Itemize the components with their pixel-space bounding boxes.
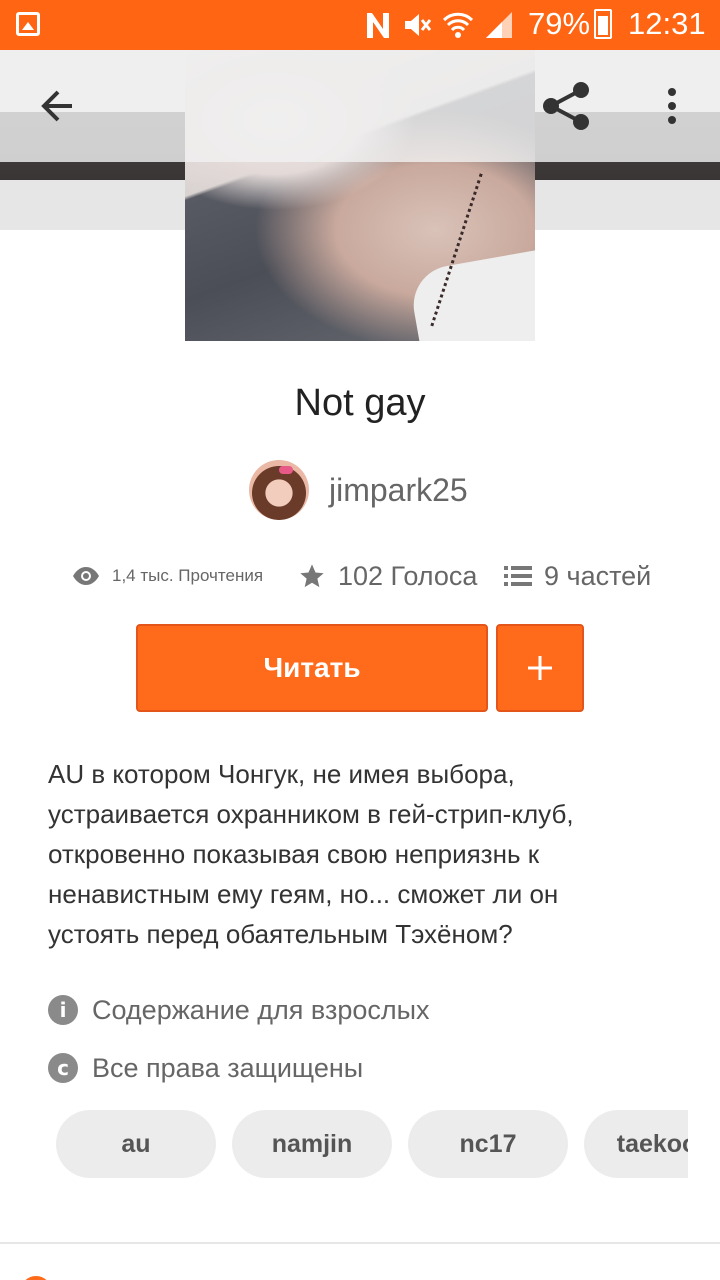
info-icon: i <box>48 995 78 1025</box>
list-icon <box>504 566 532 586</box>
story-stats: 1,4 тыс. Прочтения 102 Голоса 9 частей <box>72 556 672 596</box>
n-icon <box>367 13 389 38</box>
parts-count[interactable]: 9 частей <box>544 561 651 592</box>
story-title: Not gay <box>294 382 426 424</box>
tag-list: au namjin nc17 taekook <box>56 1110 688 1178</box>
author-name[interactable]: jimpark25 <box>329 472 468 509</box>
bottom-section-icon <box>20 1276 52 1280</box>
star-icon <box>300 564 324 588</box>
tag-chip[interactable]: taekook <box>584 1110 688 1178</box>
avatar[interactable] <box>249 460 309 520</box>
reads-count: 1,4 тыс. Прочтения <box>112 566 264 585</box>
image-icon <box>16 12 40 36</box>
tag-chip[interactable]: namjin <box>232 1110 392 1178</box>
add-to-library-button[interactable] <box>496 624 584 712</box>
battery-icon <box>594 9 612 39</box>
app-bar <box>0 50 720 162</box>
copyright-icon: c <box>48 1053 78 1083</box>
votes-count: 102 Голоса <box>338 560 478 591</box>
eye-icon <box>73 567 99 585</box>
description-line: AU в котором Чонгук, не имея выбора, <box>48 759 515 789</box>
reads-stat: 1,4 тыс. Прочтения <box>72 556 263 596</box>
back-arrow-icon[interactable] <box>36 84 80 128</box>
tag-chip[interactable]: nc17 <box>408 1110 568 1178</box>
wifi-icon <box>442 12 474 38</box>
plus-icon <box>528 656 552 680</box>
status-icons <box>364 8 514 42</box>
share-icon[interactable] <box>541 80 593 132</box>
signal-icon <box>486 12 512 38</box>
clock: 12:31 <box>628 6 706 41</box>
section-divider <box>0 1242 720 1244</box>
mute-icon <box>405 14 432 36</box>
copyright-label: Все права защищены <box>92 1052 364 1083</box>
parts-stat[interactable]: 9 частей <box>504 556 651 596</box>
description-line: откровенно показывая свою неприязнь к <box>48 839 540 869</box>
mature-label: Содержание для взрослых <box>92 994 430 1025</box>
copyright-row: c Все права защищены <box>48 1048 363 1088</box>
votes-stat: 102 Голоса <box>298 556 477 596</box>
battery-percent: 79% <box>528 6 591 41</box>
status-bar: 79% 12:31 <box>0 0 720 50</box>
description-line: устраивается охранником в гей-стрип-клуб… <box>48 799 574 829</box>
read-button[interactable]: Читать <box>136 624 488 712</box>
more-vert-icon[interactable] <box>652 84 692 128</box>
description-line: устоять перед обаятельным Тэхёном? <box>48 919 513 949</box>
story-description: AU в котором Чонгук, не имея выбора, уст… <box>48 754 678 954</box>
tag-chip[interactable]: au <box>56 1110 216 1178</box>
description-line: ненавистным ему геям, но... сможет ли он <box>48 879 559 909</box>
author-link[interactable]: jimpark25 <box>249 460 468 520</box>
mature-content-row: i Содержание для взрослых <box>48 990 430 1030</box>
